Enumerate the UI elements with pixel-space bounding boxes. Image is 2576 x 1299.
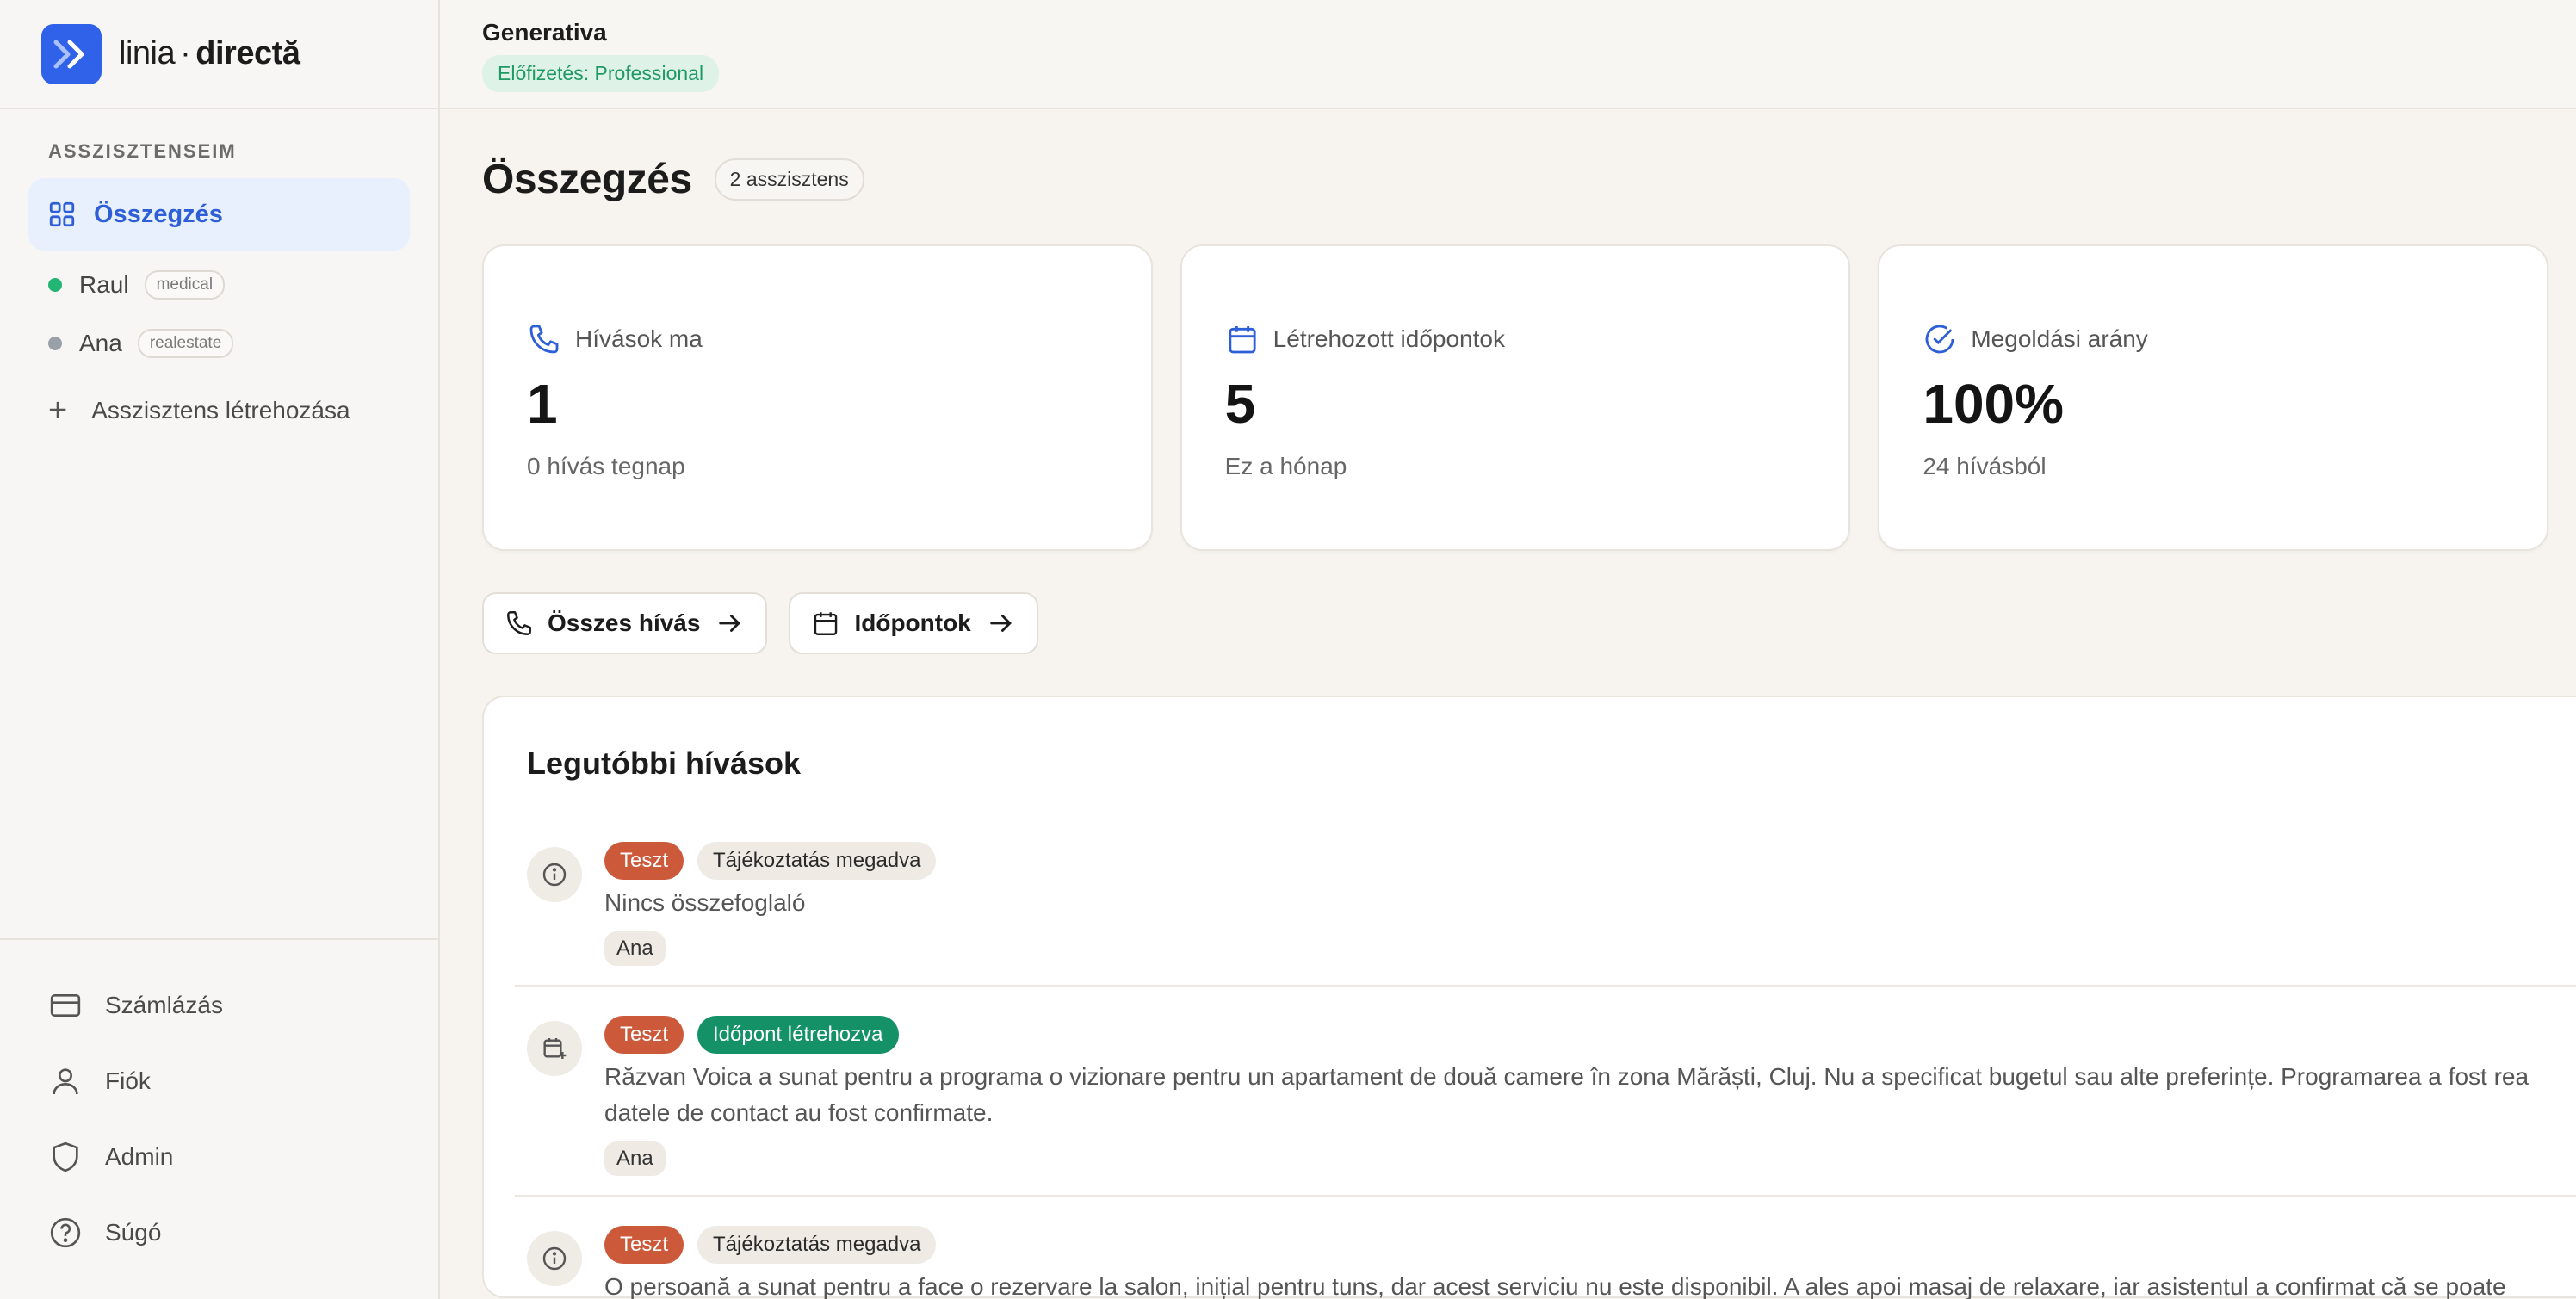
sidebar-item-help[interactable]: Súgó: [0, 1195, 438, 1271]
quick-links: Összes hívás Időpontok: [482, 592, 2576, 654]
sidebar-item-account[interactable]: Fiók: [0, 1043, 438, 1119]
assistant-chip: Ana: [604, 931, 666, 966]
calendar-plus-icon: [527, 1021, 582, 1076]
button-label: Időpontok: [854, 609, 971, 636]
topbar: Generativa Előfizetés: Professional: [440, 0, 2576, 109]
credit-card-icon: [50, 994, 81, 1017]
assistant-tag: realestate: [137, 329, 234, 358]
sidebar-item-admin[interactable]: Admin: [0, 1119, 438, 1195]
stat-value: 5: [1224, 373, 1256, 435]
recent-calls-panel: Legutóbbi hívások Teszt Tájékoztatás meg…: [482, 696, 2576, 1299]
plus-icon: +: [48, 392, 68, 429]
stat-label: Hívások ma: [575, 325, 703, 352]
test-badge: Teszt: [604, 842, 684, 880]
stats-row: Hívások ma 1 0 hívás tegnap Létrehozott …: [482, 244, 2576, 551]
stat-sub: Ez a hónap: [1224, 453, 1347, 479]
sidebar-item-billing[interactable]: Számlázás: [0, 968, 438, 1043]
button-label: Összes hívás: [548, 609, 701, 636]
sidebar-item-label: Összegzés: [94, 200, 223, 228]
assistant-count-badge: 2 asszisztens: [714, 158, 864, 201]
recent-calls-list: Teszt Tájékoztatás megadva Nincs összefo…: [515, 830, 2576, 1299]
assistant-chip: Ana: [604, 1141, 666, 1176]
assistant-name: Ana: [79, 330, 122, 356]
plan-badge: Előfizetés: Professional: [482, 55, 720, 92]
appointments-button[interactable]: Időpontok: [789, 592, 1038, 654]
summary-line: datele de contact au fost confirmate.: [604, 1099, 994, 1126]
call-summary: Nincs összefoglaló: [604, 889, 806, 916]
test-badge: Teszt: [604, 1226, 684, 1264]
call-item[interactable]: Teszt Tájékoztatás megadva Nincs összefo…: [515, 830, 2576, 987]
sidebar-item-summary[interactable]: Összegzés: [28, 178, 410, 251]
call-item[interactable]: Teszt Tájékoztatás megadva O persoană a …: [515, 1197, 2576, 1299]
recent-calls-title: Legutóbbi hívások: [527, 745, 802, 781]
stat-card-resolution-rate: Megoldási arány 100% 24 hívásból: [1878, 244, 2549, 551]
arrow-right-icon: [990, 615, 1012, 632]
sidebar-item-assistant-raul[interactable]: Raul medical: [0, 259, 438, 311]
test-badge: Teszt: [604, 1016, 684, 1054]
stat-label: Megoldási arány: [1971, 325, 2148, 352]
shield-icon: [53, 1141, 78, 1172]
user-icon: [53, 1068, 78, 1095]
section-label-assistants: ASSZISZTENSEIM: [48, 140, 237, 162]
sidebar: linia · directă ASSZISZTENSEIM Összegzés R…: [0, 0, 440, 1299]
outcome-badge: Időpont létrehozva: [697, 1016, 899, 1054]
calendar-icon: [814, 612, 838, 635]
all-calls-button[interactable]: Összes hívás: [482, 592, 768, 654]
assistant-name: Raul: [79, 271, 129, 298]
stat-value: 1: [527, 373, 558, 435]
status-dot: [48, 337, 62, 350]
stat-card-calls-today: Hívások ma 1 0 hívás tegnap: [482, 244, 1153, 551]
arrow-right-icon: [719, 615, 741, 632]
outcome-badge: Tájékoztatás megadva: [697, 1226, 937, 1264]
stat-card-appointments: Létrehozott időpontok 5 Ez a hónap: [1180, 244, 1851, 551]
stat-sub: 24 hívásból: [1923, 453, 2047, 479]
call-item[interactable]: Teszt Időpont létrehozva Răzvan Voica a …: [515, 987, 2576, 1197]
grid-icon: [49, 201, 75, 227]
sidebar-item-label: Súgó: [105, 1219, 162, 1246]
info-icon: [527, 1231, 582, 1286]
phone-icon: [507, 611, 531, 635]
sidebar-footer: Számlázás Fiók Admin Súgó: [0, 938, 438, 1271]
phone-icon: [529, 325, 559, 354]
stat-sub: 0 hívás tegnap: [527, 453, 685, 479]
sidebar-item-label: Fiók: [105, 1067, 151, 1094]
sidebar-item-assistant-ana[interactable]: Ana realestate: [0, 318, 438, 369]
stat-value: 100%: [1923, 373, 2065, 435]
check-circle-icon: [1925, 325, 1954, 354]
info-icon: [527, 847, 582, 902]
main-content: Generativa Előfizetés: Professional Össz…: [440, 0, 2576, 1299]
logo-icon: [41, 23, 102, 84]
sidebar-item-label: Számlázás: [105, 992, 223, 1018]
page-title: Összegzés: [482, 157, 692, 202]
create-assistant-button[interactable]: + Asszisztens létrehozása: [0, 385, 438, 436]
calendar-icon: [1229, 326, 1256, 354]
assistant-tag: medical: [144, 270, 226, 300]
create-assistant-label: Asszisztens létrehozása: [91, 397, 350, 424]
stat-label: Létrehozott időpontok: [1273, 325, 1505, 352]
outcome-badge: Tájékoztatás megadva: [697, 842, 937, 880]
call-summary: Răzvan Voica a sunat pentru a programa o…: [604, 1059, 2529, 1131]
brand[interactable]: linia · directă: [0, 0, 438, 109]
call-summary: O persoană a sunat pentru a face o rezer…: [604, 1273, 2506, 1299]
help-circle-icon: [50, 1217, 81, 1248]
summary-line: Răzvan Voica a sunat pentru a programa o…: [604, 1063, 2530, 1090]
org-name: Generativa: [482, 19, 607, 46]
status-dot: [48, 278, 62, 292]
sidebar-item-label: Admin: [105, 1143, 174, 1170]
brand-name: linia · directă: [119, 35, 300, 71]
